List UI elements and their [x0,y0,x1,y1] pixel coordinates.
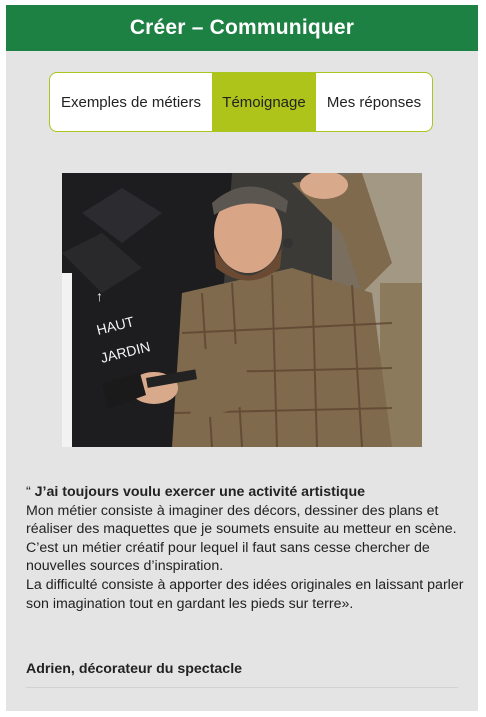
tab-mes-reponses[interactable]: Mes réponses [316,73,432,131]
divider [26,687,458,688]
svg-text:↑: ↑ [96,288,103,304]
testimony-text: “ J’ai toujours voulu exercer une activi… [26,483,466,613]
testimony-headline: J’ai toujours voulu exercer une activité… [34,484,366,500]
testimony-line: La difficulté consiste à apporter des id… [26,576,464,612]
testimony-line: C’est un métier créatif pour lequel il f… [26,539,430,575]
tab-temoignage[interactable]: Témoignage [212,73,316,131]
testimony-signature: Adrien, décorateur du spectacle [26,661,243,677]
quote-mark: “ [26,484,35,500]
content-panel: Créer – Communiquer Exemples de métiers … [6,5,478,711]
tab-exemples-de-metiers[interactable]: Exemples de métiers [50,73,212,131]
page-title: Créer – Communiquer [6,5,478,51]
tab-bar: Exemples de métiers Témoignage Mes répon… [49,72,433,132]
testimony-line: Mon métier consiste à imaginer des décor… [26,502,457,538]
testimony-photo: ↑ HAUT JARDIN [62,173,422,447]
